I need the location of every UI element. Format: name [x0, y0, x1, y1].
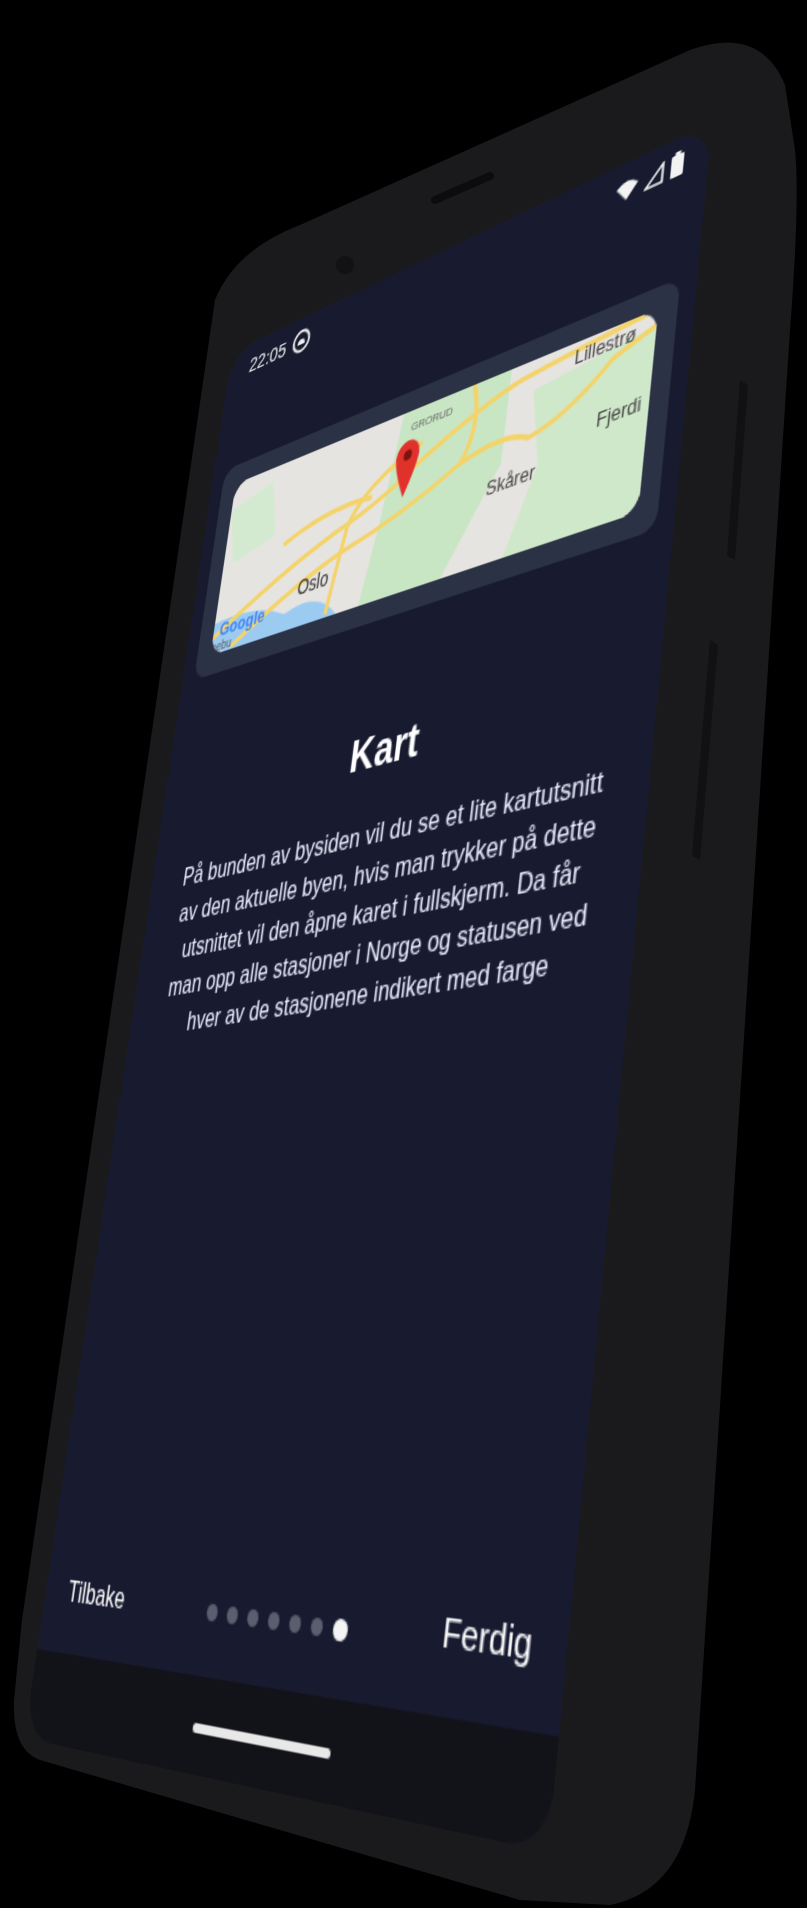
- notification-icon: [291, 325, 312, 357]
- front-camera: [336, 256, 354, 274]
- status-time: 22:05: [247, 337, 288, 379]
- page-dot: [309, 1617, 324, 1637]
- page-dot: [266, 1611, 280, 1631]
- battery-icon: [669, 150, 685, 180]
- page-dot: [287, 1614, 302, 1634]
- page-dot: [245, 1608, 259, 1628]
- wifi-icon: [615, 175, 639, 205]
- page-dot-active: [331, 1617, 349, 1643]
- signal-icon: [644, 161, 666, 192]
- page-dot: [225, 1605, 239, 1625]
- page-dot: [205, 1603, 219, 1622]
- home-handle[interactable]: [192, 1722, 332, 1760]
- done-button[interactable]: Ferdig: [440, 1609, 535, 1673]
